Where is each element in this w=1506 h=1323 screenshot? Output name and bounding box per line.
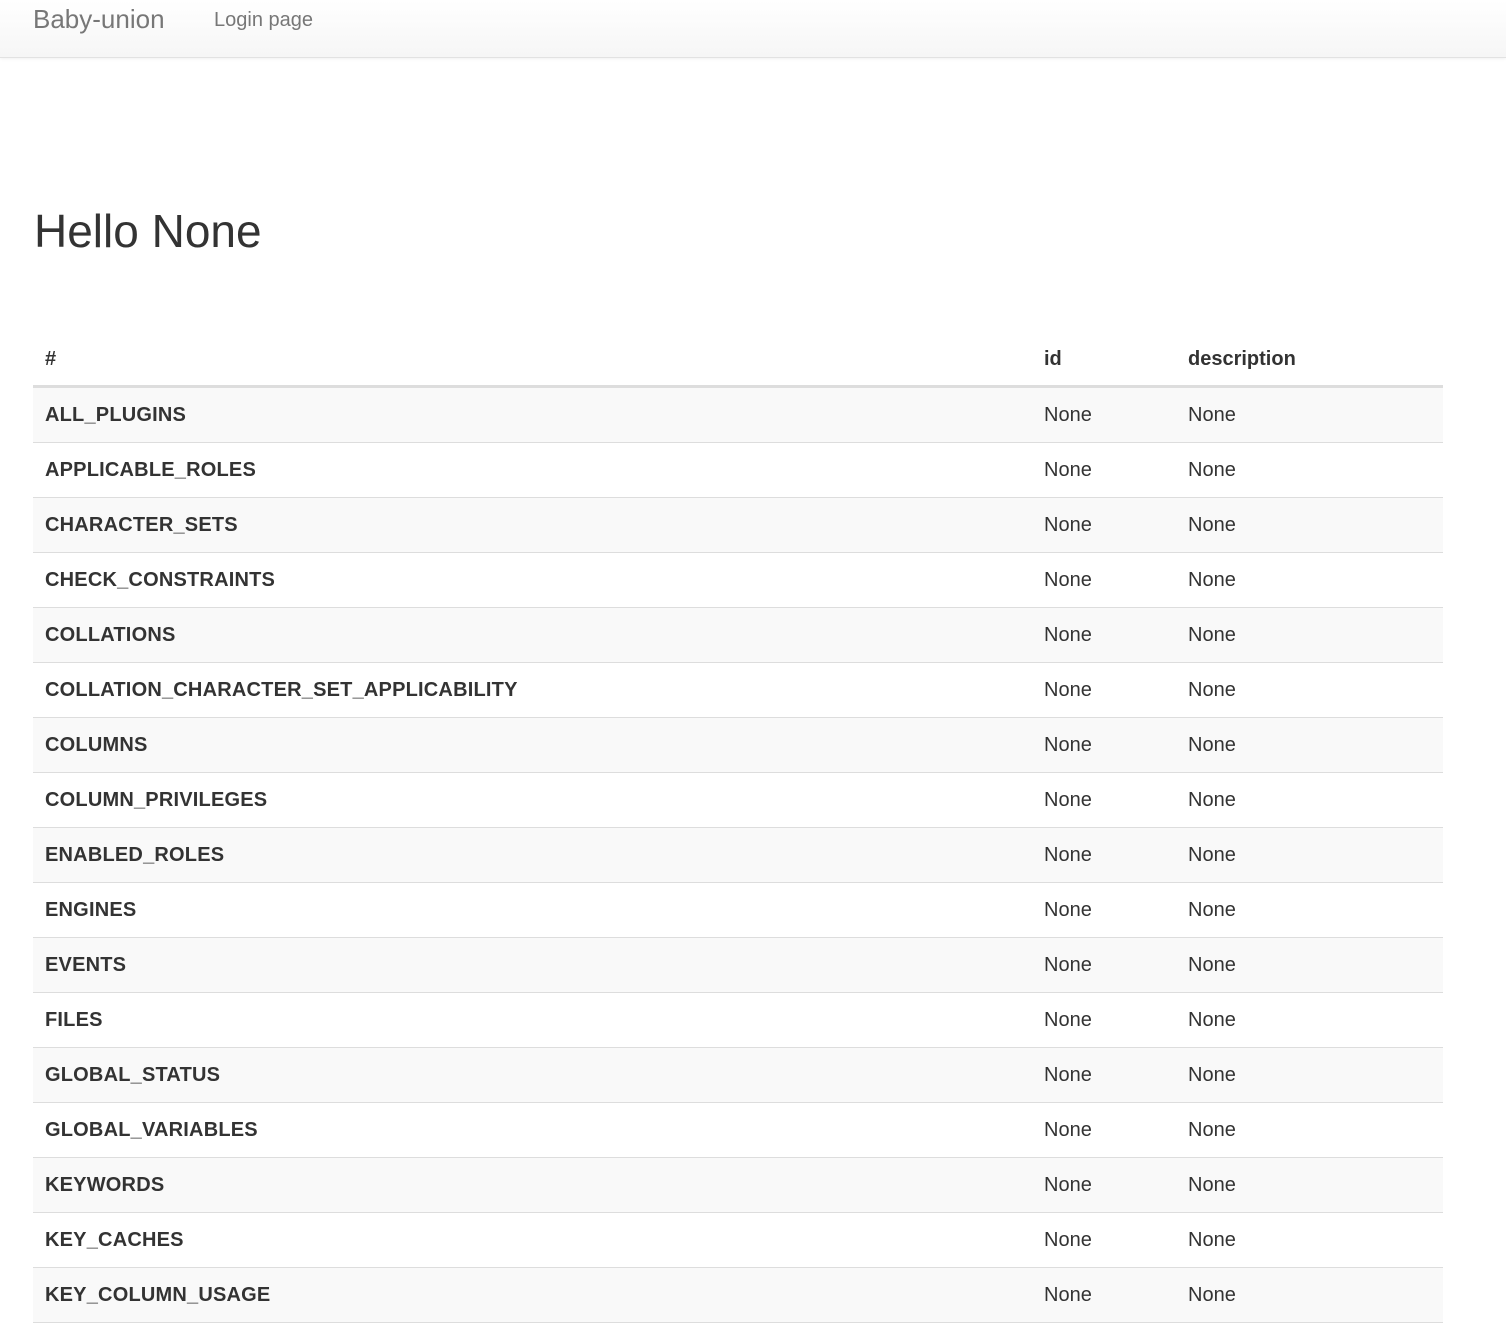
table-name-cell: ALL_PLUGINS	[33, 386, 1032, 443]
description-cell: None	[1176, 992, 1443, 1048]
table-row: GLOBAL_STATUS None None	[33, 1047, 1443, 1103]
id-cell: None	[1032, 1102, 1176, 1158]
table-row: KEY_COLUMN_USAGE None None	[33, 1267, 1443, 1323]
page-title: Hello None	[34, 205, 262, 257]
table-name-cell: EVENTS	[33, 937, 1032, 993]
table-name-cell: CHECK_CONSTRAINTS	[33, 552, 1032, 608]
column-header-description: description	[1176, 333, 1443, 388]
column-header-hash: #	[33, 333, 1032, 388]
table-row: APPLICABLE_ROLES None None	[33, 442, 1443, 498]
id-cell: None	[1032, 607, 1176, 663]
table-header-row: # id description	[33, 333, 1443, 388]
table-name-cell: GLOBAL_STATUS	[33, 1047, 1032, 1103]
description-cell: None	[1176, 442, 1443, 498]
column-header-id: id	[1032, 333, 1176, 388]
table-row: EVENTS None None	[33, 937, 1443, 993]
id-cell: None	[1032, 772, 1176, 828]
description-cell: None	[1176, 552, 1443, 608]
table-name-cell: COLUMNS	[33, 717, 1032, 773]
table-name-cell: FILES	[33, 992, 1032, 1048]
table-name-cell: COLUMN_PRIVILEGES	[33, 772, 1032, 828]
table-name-cell: ENGINES	[33, 882, 1032, 938]
top-navbar: Baby-union Login page	[0, 0, 1506, 58]
description-cell: None	[1176, 497, 1443, 553]
id-cell: None	[1032, 937, 1176, 993]
table-name-cell: KEY_CACHES	[33, 1212, 1032, 1268]
table-row: ENABLED_ROLES None None	[33, 827, 1443, 883]
id-cell: None	[1032, 717, 1176, 773]
table-row: CHECK_CONSTRAINTS None None	[33, 552, 1443, 608]
description-cell: None	[1176, 1157, 1443, 1213]
login-page-link[interactable]: Login page	[214, 9, 313, 32]
table-name-cell: KEYWORDS	[33, 1157, 1032, 1213]
table-name-cell: APPLICABLE_ROLES	[33, 442, 1032, 498]
id-cell: None	[1032, 992, 1176, 1048]
id-cell: None	[1032, 1212, 1176, 1268]
description-cell: None	[1176, 1047, 1443, 1103]
description-cell: None	[1176, 607, 1443, 663]
tables-table: # id description ALL_PLUGINS None None A…	[33, 333, 1443, 1323]
id-cell: None	[1032, 442, 1176, 498]
id-cell: None	[1032, 1047, 1176, 1103]
id-cell: None	[1032, 497, 1176, 553]
id-cell: None	[1032, 1157, 1176, 1213]
table-row: ENGINES None None	[33, 882, 1443, 938]
table-name-cell: COLLATION_CHARACTER_SET_APPLICABILITY	[33, 662, 1032, 718]
description-cell: None	[1176, 1102, 1443, 1158]
description-cell: None	[1176, 717, 1443, 773]
table-row: ALL_PLUGINS None None	[33, 386, 1443, 443]
description-cell: None	[1176, 882, 1443, 938]
table-row: KEY_CACHES None None	[33, 1212, 1443, 1268]
id-cell: None	[1032, 827, 1176, 883]
brand-link[interactable]: Baby-union	[33, 4, 165, 35]
description-cell: None	[1176, 386, 1443, 443]
table-row: COLUMNS None None	[33, 717, 1443, 773]
table-name-cell: ENABLED_ROLES	[33, 827, 1032, 883]
description-cell: None	[1176, 772, 1443, 828]
id-cell: None	[1032, 552, 1176, 608]
table-row: COLLATIONS None None	[33, 607, 1443, 663]
description-cell: None	[1176, 1267, 1443, 1323]
id-cell: None	[1032, 882, 1176, 938]
description-cell: None	[1176, 1212, 1443, 1268]
id-cell: None	[1032, 386, 1176, 443]
id-cell: None	[1032, 662, 1176, 718]
description-cell: None	[1176, 827, 1443, 883]
table-name-cell: CHARACTER_SETS	[33, 497, 1032, 553]
table-name-cell: KEY_COLUMN_USAGE	[33, 1267, 1032, 1323]
table-name-cell: GLOBAL_VARIABLES	[33, 1102, 1032, 1158]
table-row: CHARACTER_SETS None None	[33, 497, 1443, 553]
table-row: COLUMN_PRIVILEGES None None	[33, 772, 1443, 828]
table-body: ALL_PLUGINS None None APPLICABLE_ROLES N…	[33, 386, 1443, 1323]
table-name-cell: COLLATIONS	[33, 607, 1032, 663]
description-cell: None	[1176, 662, 1443, 718]
description-cell: None	[1176, 937, 1443, 993]
id-cell: None	[1032, 1267, 1176, 1323]
table-row: GLOBAL_VARIABLES None None	[33, 1102, 1443, 1158]
table-row: COLLATION_CHARACTER_SET_APPLICABILITY No…	[33, 662, 1443, 718]
table-row: KEYWORDS None None	[33, 1157, 1443, 1213]
table-row: FILES None None	[33, 992, 1443, 1048]
